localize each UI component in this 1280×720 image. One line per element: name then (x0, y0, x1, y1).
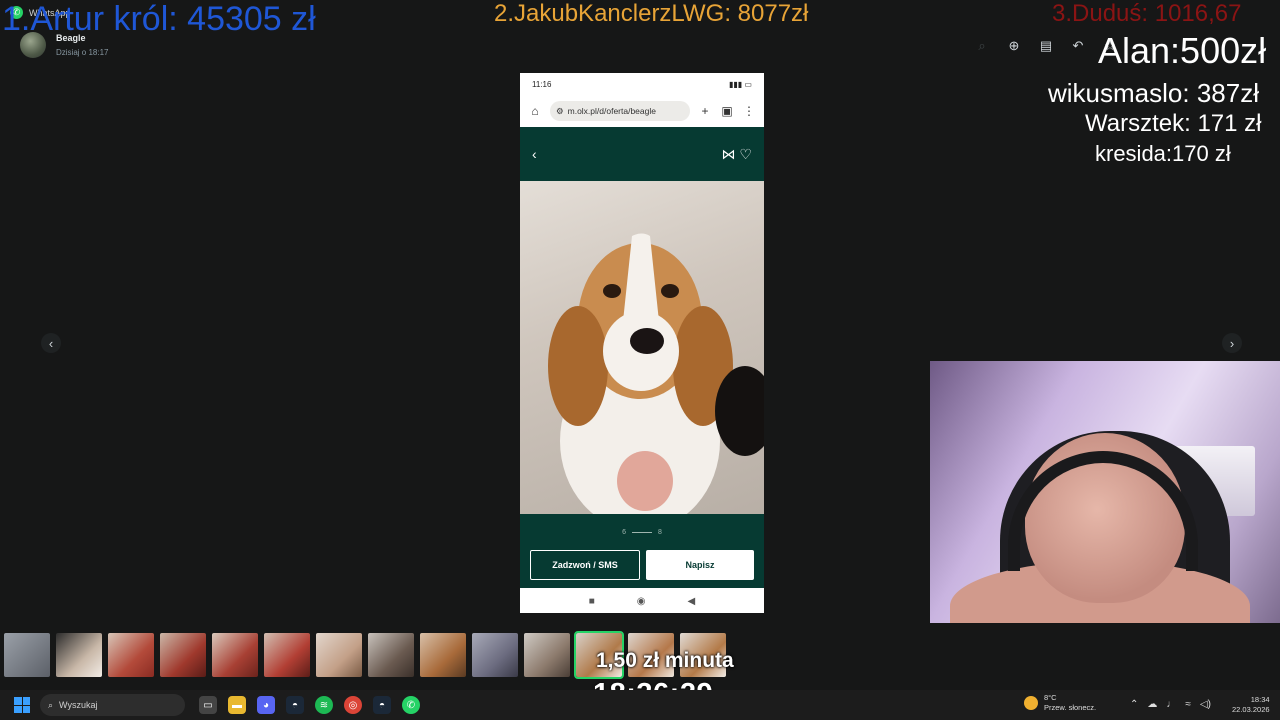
file-explorer-icon[interactable]: ▬ (228, 696, 246, 714)
discord-icon[interactable]: ◕ (257, 696, 275, 714)
next-media-button[interactable]: › (1222, 333, 1242, 353)
phone-status-icons: ▮▮▮ ▭ (729, 79, 752, 89)
tabs-icon: ▣ (721, 104, 733, 118)
steam-icon-2[interactable]: ◓ (373, 696, 391, 714)
write-message-button: Napisz (646, 550, 754, 580)
microphone-icon[interactable]: ♩ (1166, 699, 1176, 710)
new-tab-icon: + (701, 104, 709, 118)
search-icon[interactable]: ⌕ (972, 36, 992, 56)
home-icon: ⌂ (531, 104, 539, 118)
android-nav-bar: ■ ◉ ◀ (520, 588, 764, 613)
pagination-divider (632, 531, 652, 533)
windows-taskbar: ⌕ Wyszukaj ▭ ▬ ◕ ◓ ≋ ◎ ◓ ✆ 8°C Przew. sł… (0, 690, 1280, 720)
sender-time: Dzisiaj o 18:17 (56, 48, 109, 57)
share-heart-icons: ⋈ ♡ (721, 145, 752, 162)
beagle-puppy-illustration (548, 233, 764, 514)
screen: ✆ WhatsApp Beagle Dzisiaj o 18:17 ⌕ ⊕ ▤ … (0, 0, 1280, 720)
search-icon: ⌕ (48, 699, 54, 710)
taskbar-time: 18:34 (1250, 695, 1270, 704)
taskbar-search[interactable]: ⌕ Wyszukaj (40, 694, 185, 716)
home-circle-icon: ◉ (636, 596, 646, 607)
donor-5: wikusmaslo: 387zł (1048, 78, 1259, 108)
taskbar-apps: ▭ ▬ ◕ ◓ ≋ ◎ ◓ ✆ (199, 696, 420, 714)
back-arrow-icon: ‹ (532, 146, 537, 162)
onedrive-icon[interactable]: ☁ (1147, 699, 1157, 710)
thumbnail[interactable] (368, 633, 414, 677)
spotify-icon[interactable]: ≋ (315, 696, 333, 714)
whatsapp-icon[interactable]: ✆ (402, 696, 420, 714)
wifi-icon[interactable]: ≈ (1185, 699, 1191, 710)
pagination-total: 8 (658, 528, 662, 536)
thumbnail[interactable] (160, 633, 206, 677)
donor-3: 3.Duduś: 1016,67 (1052, 0, 1242, 27)
weather-temp: 8°C (1044, 693, 1057, 702)
phone-status-time: 11:16 (532, 79, 552, 89)
weather-desc: Przew. słonecz. (1044, 703, 1097, 712)
call-sms-button: Zadzwoń / SMS (530, 550, 640, 580)
previous-media-button[interactable]: ‹ (41, 333, 61, 353)
olx-header: ‹ ⋈ ♡ (520, 127, 764, 181)
system-tray: ⌃ ☁ ♩ ≈ ◁) (1130, 699, 1211, 710)
windows-start-icon[interactable] (14, 697, 30, 713)
webcam-overlay (930, 361, 1280, 623)
thumbnail[interactable] (316, 633, 362, 677)
taskbar-date: 22.03.2026 (1232, 705, 1270, 714)
phone-screenshot: 11:16 ▮▮▮ ▭ ⌂ ⚙ m.olx.pl/d/oferta/beagle… (520, 73, 764, 613)
volume-icon[interactable]: ◁) (1200, 699, 1211, 710)
donor-7: kresida:170 zł (1095, 141, 1231, 166)
thumbnail[interactable] (212, 633, 258, 677)
phone-status-bar: 11:16 ▮▮▮ ▭ (520, 73, 764, 95)
phone-url-bar: ⚙ m.olx.pl/d/oferta/beagle (550, 101, 690, 121)
zoom-in-icon[interactable]: ⊕ (1004, 36, 1024, 56)
thumbnail[interactable] (56, 633, 102, 677)
chevron-up-icon[interactable]: ⌃ (1130, 699, 1138, 710)
thumbnail[interactable] (472, 633, 518, 677)
site-info-icon: ⚙ (556, 105, 564, 116)
donor-6: Warsztek: 171 zł (1085, 110, 1262, 137)
chrome-icon[interactable]: ◎ (344, 696, 362, 714)
more-vert-icon: ⋮ (743, 104, 755, 118)
thumbnail[interactable] (264, 633, 310, 677)
taskbar-search-placeholder: Wyszukaj (59, 700, 98, 710)
recents-icon: ■ (588, 596, 595, 607)
steam-icon[interactable]: ◓ (286, 696, 304, 714)
message-icon[interactable]: ▤ (1036, 36, 1056, 56)
donor-2: 2.JakubKanclerzLWG: 8077zł (494, 0, 809, 27)
thumbnail[interactable] (420, 633, 466, 677)
contact-buttons: Zadzwoń / SMS Napisz (520, 550, 764, 588)
taskbar-clock[interactable]: 18:34 22.03.2026 (1232, 695, 1270, 715)
thumbnail[interactable] (524, 633, 570, 677)
thumbnail[interactable] (108, 633, 154, 677)
task-view-icon[interactable]: ▭ (199, 696, 217, 714)
back-triangle-icon: ◀ (687, 596, 696, 607)
weather-widget[interactable]: 8°C Przew. słonecz. (1024, 693, 1096, 713)
photo-pagination: 6 8 (520, 514, 764, 550)
thumbnail[interactable] (4, 633, 50, 677)
price-per-minute: 1,50 zł minuta (596, 649, 734, 672)
pagination-current: 6 (622, 528, 626, 536)
reply-icon[interactable]: ↶ (1068, 36, 1088, 56)
phone-url: m.olx.pl/d/oferta/beagle (567, 106, 656, 116)
phone-browser-bar: ⌂ ⚙ m.olx.pl/d/oferta/beagle + ▣ ⋮ (520, 95, 764, 127)
sun-icon (1024, 696, 1038, 710)
beagle-photo (520, 181, 764, 514)
donor-4: Alan:500zł (1098, 30, 1267, 71)
donor-1: 1.Artur król: 45305 zł (2, 0, 316, 38)
